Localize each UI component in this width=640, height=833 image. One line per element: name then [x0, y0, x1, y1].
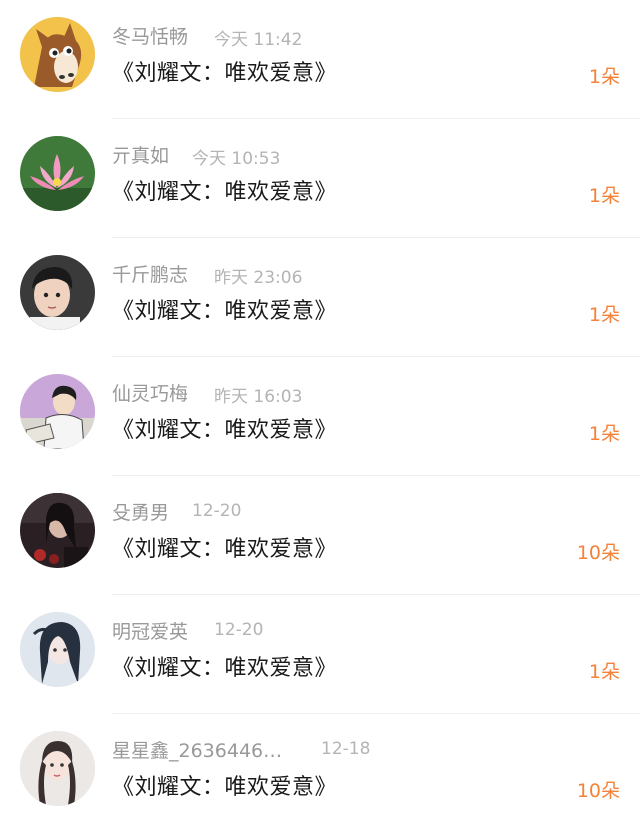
timestamp: 昨天 16:03	[214, 387, 303, 407]
username[interactable]: 仙灵巧梅	[112, 379, 188, 406]
work-title[interactable]: 《刘耀文：唯欢爱意》	[112, 650, 337, 682]
avatar[interactable]	[20, 731, 95, 806]
timestamp: 12-18	[321, 739, 371, 759]
list-item[interactable]: 亓真如 今天 10:53 《刘耀文：唯欢爱意》 1朵	[0, 119, 640, 238]
list-item[interactable]: 明冠爱英 12-20 《刘耀文：唯欢爱意》 1朵	[0, 595, 640, 714]
list-item[interactable]: 殳勇男 12-20 《刘耀文：唯欢爱意》 10朵	[0, 476, 640, 595]
username[interactable]: 殳勇男	[112, 498, 169, 525]
horse-cartoon-avatar-icon	[20, 17, 95, 92]
flower-count: 10朵	[576, 542, 620, 564]
username[interactable]: 明冠爱英	[112, 617, 188, 644]
timestamp: 12-20	[192, 501, 242, 521]
avatar[interactable]	[20, 255, 95, 330]
gift-list: 冬马恬畅 今天 11:42 《刘耀文：唯欢爱意》 1朵 亓真如 今天 10:53…	[0, 0, 640, 830]
lotus-flower-avatar-icon	[20, 136, 95, 211]
username[interactable]: 星星鑫_2636446…	[112, 736, 282, 763]
timestamp: 今天 11:42	[214, 30, 303, 50]
work-title[interactable]: 《刘耀文：唯欢爱意》	[112, 412, 337, 444]
avatar[interactable]	[20, 612, 95, 687]
timestamp: 12-20	[214, 620, 264, 640]
child-photo-avatar-icon	[20, 255, 95, 330]
list-item[interactable]: 星星鑫_2636446… 12-18 《刘耀文：唯欢爱意》 10朵	[0, 714, 640, 833]
timestamp: 今天 10:53	[192, 149, 281, 169]
flower-count: 1朵	[588, 66, 620, 88]
avatar[interactable]	[20, 136, 95, 211]
illustrated-girl-braids-avatar-icon	[20, 731, 95, 806]
flower-count: 1朵	[588, 304, 620, 326]
work-title[interactable]: 《刘耀文：唯欢爱意》	[112, 293, 337, 325]
anime-girl-blue-avatar-icon	[20, 612, 95, 687]
list-item[interactable]: 冬马恬畅 今天 11:42 《刘耀文：唯欢爱意》 1朵	[0, 0, 640, 119]
username[interactable]: 冬马恬畅	[112, 22, 188, 49]
flower-count: 1朵	[588, 423, 620, 445]
flower-count: 1朵	[588, 185, 620, 207]
illustrated-man-avatar-icon	[20, 374, 95, 449]
avatar[interactable]	[20, 493, 95, 568]
avatar[interactable]	[20, 17, 95, 92]
username[interactable]: 亓真如	[112, 141, 169, 168]
list-item[interactable]: 仙灵巧梅 昨天 16:03 《刘耀文：唯欢爱意》 1朵	[0, 357, 640, 476]
flower-count: 10朵	[576, 780, 620, 802]
work-title[interactable]: 《刘耀文：唯欢爱意》	[112, 769, 337, 801]
work-title[interactable]: 《刘耀文：唯欢爱意》	[112, 55, 337, 87]
work-title[interactable]: 《刘耀文：唯欢爱意》	[112, 531, 337, 563]
avatar[interactable]	[20, 374, 95, 449]
timestamp: 昨天 23:06	[214, 268, 303, 288]
flower-count: 1朵	[588, 661, 620, 683]
list-item[interactable]: 千斤鹏志 昨天 23:06 《刘耀文：唯欢爱意》 1朵	[0, 238, 640, 357]
username[interactable]: 千斤鹏志	[112, 260, 188, 287]
dark-portrait-avatar-icon	[20, 493, 95, 568]
work-title[interactable]: 《刘耀文：唯欢爱意》	[112, 174, 337, 206]
